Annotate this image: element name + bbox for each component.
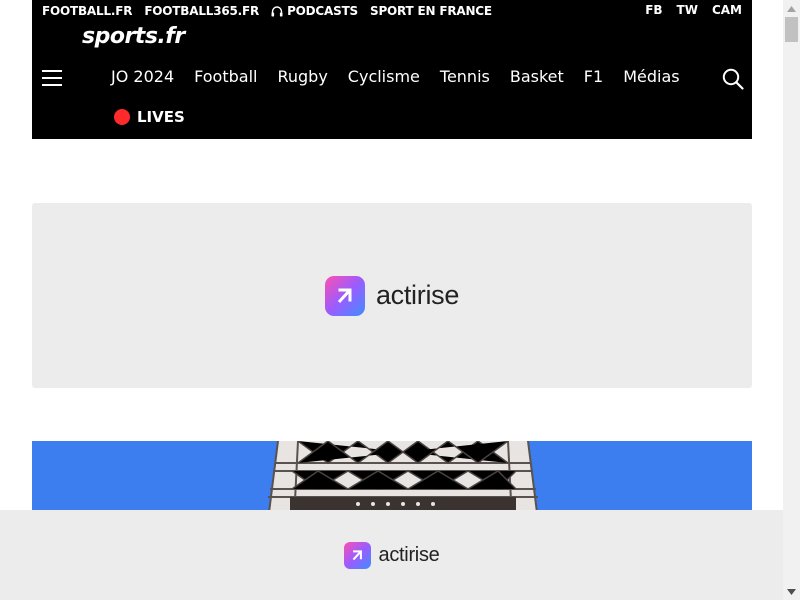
top-link-football-fr[interactable]: FOOTBALL.FR bbox=[42, 3, 133, 19]
site-header: FOOTBALL.FR FOOTBALL365.FR PODCASTS SPOR… bbox=[32, 0, 752, 139]
actirise-logo-small: actirise bbox=[343, 541, 440, 569]
top-link-label: FOOTBALL.FR bbox=[42, 4, 133, 18]
nav-item-jo-2024[interactable]: JO 2024 bbox=[111, 67, 174, 86]
actirise-mark-icon bbox=[343, 541, 371, 569]
social-link-fb[interactable]: FB bbox=[645, 3, 662, 17]
nav-item-tennis[interactable]: Tennis bbox=[440, 67, 490, 86]
social-link-tw[interactable]: TW bbox=[677, 3, 698, 17]
top-link-label: SPORT EN FRANCE bbox=[370, 4, 492, 18]
nav-item-f1[interactable]: F1 bbox=[584, 67, 603, 86]
actirise-wordmark: actirise bbox=[375, 280, 460, 310]
actirise-logo: actirise bbox=[324, 275, 460, 316]
top-link-football365[interactable]: FOOTBALL365.FR bbox=[144, 3, 259, 19]
top-links-bar: FOOTBALL.FR FOOTBALL365.FR PODCASTS SPOR… bbox=[42, 3, 492, 19]
social-links: FB TW CAM bbox=[645, 3, 742, 17]
scrollbar-thumb[interactable] bbox=[785, 17, 798, 42]
site-logo[interactable]: sports.fr bbox=[82, 24, 185, 49]
lives-link[interactable]: LIVES bbox=[114, 108, 185, 126]
nav-item-rugby[interactable]: Rugby bbox=[277, 67, 327, 86]
vertical-scrollbar[interactable] bbox=[783, 0, 800, 600]
nav-item-cyclisme[interactable]: Cyclisme bbox=[348, 67, 420, 86]
main-nav: JO 2024 Football Rugby Cyclisme Tennis B… bbox=[111, 67, 680, 86]
nav-item-medias[interactable]: Médias bbox=[623, 67, 679, 86]
lives-label: LIVES bbox=[137, 108, 185, 126]
ad-banner[interactable]: actirise bbox=[32, 203, 752, 388]
top-link-sport-en-france[interactable]: SPORT EN FRANCE bbox=[370, 3, 492, 19]
headphones-icon bbox=[271, 5, 283, 16]
actirise-mark-icon bbox=[324, 275, 365, 316]
top-link-label: PODCASTS bbox=[287, 4, 358, 18]
page-viewport: FOOTBALL.FR FOOTBALL365.FR PODCASTS SPOR… bbox=[0, 0, 783, 600]
nav-item-football[interactable]: Football bbox=[194, 67, 257, 86]
nav-item-basket[interactable]: Basket bbox=[510, 67, 564, 86]
hamburger-menu-icon[interactable] bbox=[42, 70, 62, 86]
sticky-bottom-ad[interactable]: actirise bbox=[0, 510, 783, 600]
top-link-podcasts[interactable]: PODCASTS bbox=[271, 3, 358, 19]
live-dot-icon bbox=[114, 109, 130, 125]
social-link-cam[interactable]: CAM bbox=[712, 3, 742, 17]
search-icon[interactable] bbox=[722, 68, 744, 90]
actirise-wordmark: actirise bbox=[378, 543, 440, 566]
top-link-label: FOOTBALL365.FR bbox=[144, 4, 260, 18]
scroll-down-arrow-icon[interactable] bbox=[783, 583, 800, 600]
scroll-up-arrow-icon[interactable] bbox=[783, 0, 800, 17]
